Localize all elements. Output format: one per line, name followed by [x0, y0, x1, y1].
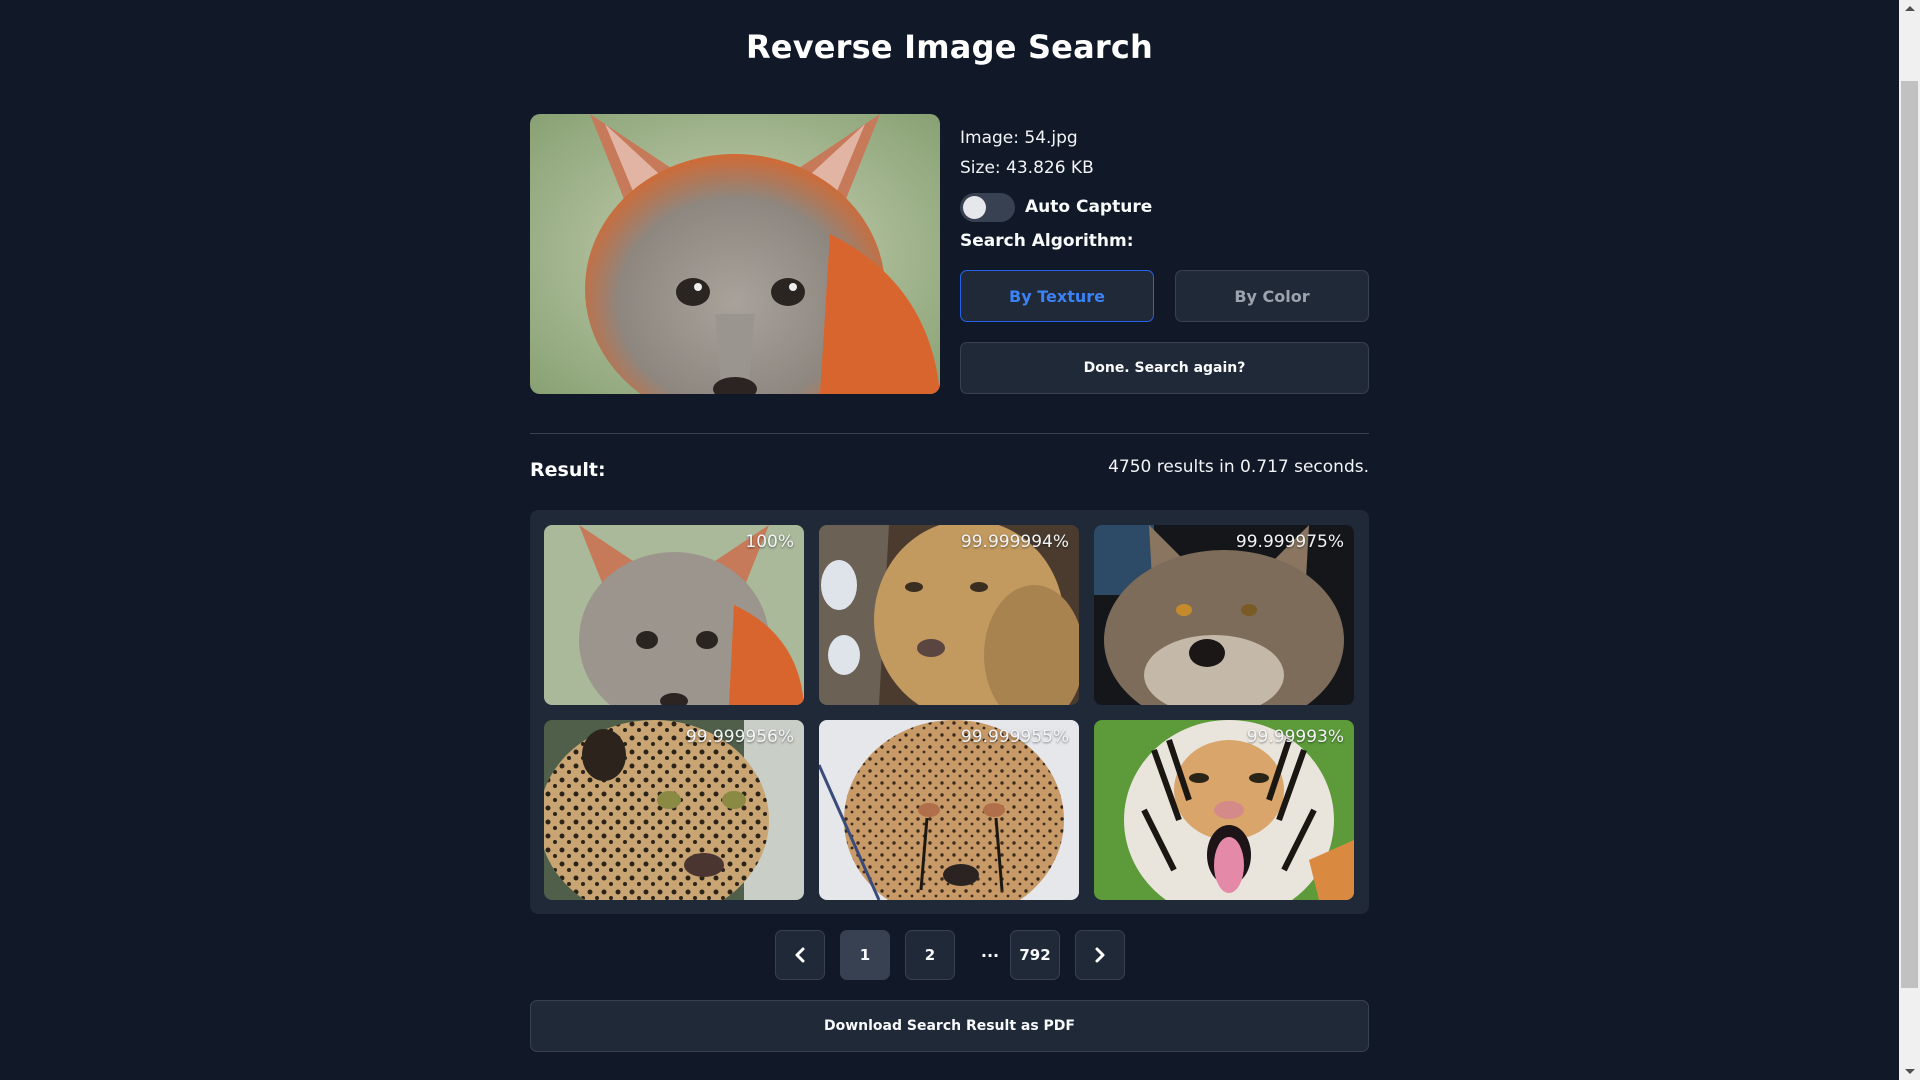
leopard-thumbnail-icon	[544, 720, 804, 900]
search-algorithm-label: Search Algorithm:	[960, 231, 1134, 251]
result-item[interactable]: 99.999955%	[819, 720, 1079, 900]
scrollbar-thumb[interactable]	[1901, 81, 1918, 988]
lioness-thumbnail-icon	[819, 525, 1079, 705]
by-texture-button[interactable]: By Texture	[960, 270, 1154, 322]
query-info: Image: 54.jpg Size: 43.826 KB Auto Captu…	[960, 126, 1369, 254]
scroll-up-button[interactable]	[1899, 0, 1920, 17]
fox-thumbnail-icon	[544, 525, 804, 705]
cheetah-thumbnail-icon	[819, 720, 1079, 900]
vertical-scrollbar[interactable]	[1899, 0, 1920, 1080]
page: Reverse Image Search Image: 54.jpg Size:…	[0, 0, 1899, 1080]
result-heading: Result:	[530, 459, 606, 481]
similarity-score: 99.999956%	[685, 727, 794, 747]
auto-capture-label: Auto Capture	[1025, 197, 1153, 217]
download-pdf-button[interactable]: Download Search Result as PDF	[530, 1000, 1369, 1052]
by-color-button[interactable]: By Color	[1175, 270, 1369, 322]
arrow-down-icon	[1904, 1069, 1915, 1074]
fox-photo-icon	[530, 114, 940, 394]
page-button-1[interactable]: 1	[840, 930, 890, 980]
chevron-right-icon	[1095, 947, 1105, 963]
page-title: Reverse Image Search	[745, 28, 1154, 66]
wolf-thumbnail-icon	[1094, 525, 1354, 705]
results-grid: 100% 99.999994% 99.999975% 99.999956% 99…	[530, 510, 1369, 914]
divider	[530, 433, 1369, 434]
auto-capture-row: Auto Capture	[960, 190, 1369, 224]
arrow-up-icon	[1904, 6, 1915, 11]
image-name: Image: 54.jpg	[960, 128, 1078, 148]
prev-page-button[interactable]	[775, 930, 825, 980]
similarity-score: 100%	[745, 532, 794, 552]
image-size: Size: 43.826 KB	[960, 158, 1094, 178]
toggle-knob	[963, 195, 986, 219]
scroll-down-button[interactable]	[1899, 1063, 1920, 1080]
search-again-button[interactable]: Done. Search again?	[960, 342, 1369, 394]
similarity-score: 99.999955%	[960, 727, 1069, 747]
result-item[interactable]: 99.99993%	[1094, 720, 1354, 900]
result-summary: 4750 results in 0.717 seconds.	[1108, 457, 1369, 477]
chevron-left-icon	[795, 947, 805, 963]
similarity-score: 99.99993%	[1246, 727, 1344, 747]
next-page-button[interactable]	[1075, 930, 1125, 980]
result-item[interactable]: 99.999994%	[819, 525, 1079, 705]
similarity-score: 99.999975%	[1235, 532, 1344, 552]
tiger-thumbnail-icon	[1094, 720, 1354, 900]
page-button-last[interactable]: 792	[1010, 930, 1060, 980]
algorithm-selector: By Texture By Color	[960, 270, 1369, 322]
query-image	[530, 114, 940, 394]
result-item[interactable]: 100%	[544, 525, 804, 705]
result-item[interactable]: 99.999975%	[1094, 525, 1354, 705]
result-item[interactable]: 99.999956%	[544, 720, 804, 900]
pagination-ellipsis: ...	[980, 942, 1000, 961]
auto-capture-toggle[interactable]	[960, 192, 1015, 222]
page-button-2[interactable]: 2	[905, 930, 955, 980]
pagination: 1 2 ... 792	[775, 930, 1125, 980]
similarity-score: 99.999994%	[960, 532, 1069, 552]
